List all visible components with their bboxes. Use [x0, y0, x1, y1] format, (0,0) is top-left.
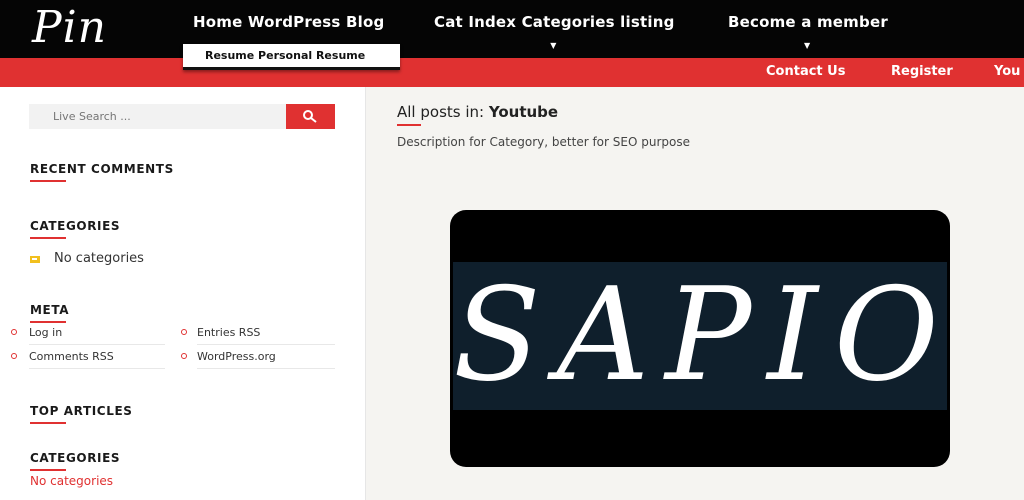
bullet-icon: [11, 353, 17, 359]
dropdown-menu: Resume Personal Resume: [183, 44, 400, 70]
page-title-prefix: All posts in:: [397, 103, 485, 121]
divider: [197, 368, 335, 369]
search-input[interactable]: [29, 104, 286, 129]
sidebar: RECENT COMMENTS CATEGORIES No categories…: [0, 87, 366, 500]
thumbnail-text: SAPIO: [453, 261, 950, 410]
title-underline: [397, 124, 421, 126]
nav-item-cat-index[interactable]: Cat Index Categories listing ▼: [434, 13, 675, 50]
search-icon: [303, 110, 317, 123]
bullet-icon: [181, 329, 187, 335]
link-register[interactable]: Register: [891, 64, 953, 79]
chevron-down-icon: ▼: [550, 41, 557, 50]
widget-title-categories: CATEGORIES: [30, 219, 121, 239]
nav-item-home-blog[interactable]: Home WordPress Blog: [193, 13, 384, 31]
dropdown-item-resume[interactable]: Resume Personal Resume: [205, 49, 365, 62]
top-header: Pin Home WordPress Blog Cat Index Catego…: [0, 0, 1024, 58]
page-title: All posts in: Youtube: [397, 103, 558, 121]
search-field: [29, 104, 286, 129]
divider: [29, 344, 165, 345]
meta-link-wordpress-org[interactable]: WordPress.org: [197, 350, 276, 363]
site-logo[interactable]: Pin: [32, 2, 107, 53]
meta-link-entries-rss[interactable]: Entries RSS: [197, 326, 260, 339]
secondary-nav-bar: Contact Us Register You: [0, 58, 1024, 87]
category-description: Description for Category, better for SEO…: [397, 135, 690, 149]
nav-item-label: Home WordPress Blog: [193, 13, 385, 31]
divider: [29, 368, 165, 369]
search-button[interactable]: [286, 104, 335, 129]
meta-link-log-in[interactable]: Log in: [29, 326, 62, 339]
nav-item-label: Become a member: [728, 13, 888, 31]
link-contact-us[interactable]: Contact Us: [766, 64, 845, 79]
widget-title-recent-comments: RECENT COMMENTS: [30, 162, 174, 182]
folder-icon: [30, 256, 40, 263]
widget-title-categories-2: CATEGORIES: [30, 451, 121, 471]
no-categories-text: No categories: [54, 251, 144, 266]
bullet-icon: [181, 353, 187, 359]
nav-item-label: Cat Index Categories listing: [434, 13, 675, 31]
meta-link-comments-rss[interactable]: Comments RSS: [29, 350, 114, 363]
bullet-icon: [11, 329, 17, 335]
thumbnail-band: SAPIO: [453, 262, 947, 410]
widget-title-meta: META: [30, 303, 70, 323]
divider: [197, 344, 335, 345]
no-categories-text-2: No categories: [30, 474, 114, 488]
chevron-down-icon: ▼: [803, 41, 811, 50]
post-thumbnail[interactable]: SAPIO: [450, 210, 950, 467]
widget-title-top-articles: TOP ARTICLES: [30, 404, 133, 424]
link-your-account[interactable]: You: [994, 64, 1020, 79]
nav-item-become-member[interactable]: Become a member ▼: [728, 13, 888, 50]
page-title-category: Youtube: [488, 103, 559, 121]
